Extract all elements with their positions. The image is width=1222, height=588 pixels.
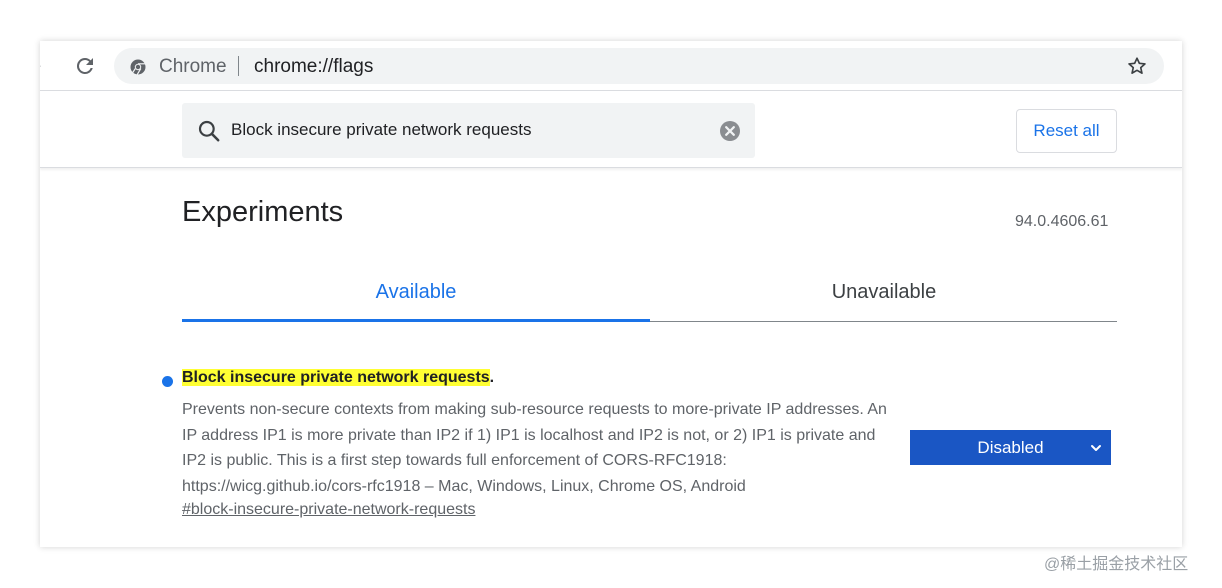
clear-search-icon[interactable] (719, 120, 741, 142)
tab-bar: Available Unavailable (182, 263, 1117, 323)
flag-title-highlight: Block insecure private network requests (182, 369, 490, 386)
reset-all-button[interactable]: Reset all (1016, 109, 1117, 153)
tab-unavailable[interactable]: Unavailable (650, 263, 1118, 321)
chrome-logo-icon (130, 59, 146, 75)
search-icon (196, 118, 222, 144)
chevron-down-icon (1089, 440, 1103, 454)
flag-title-suffix: . (489, 369, 495, 386)
url-text[interactable]: chrome://flags (254, 56, 373, 78)
flag-title: Block insecure private network requests. (182, 369, 494, 387)
flag-state-select[interactable]: Disabled (910, 430, 1111, 465)
watermark: @稀土掘金技术社区 (1044, 556, 1189, 573)
flag-description: Prevents non-secure contexts from making… (182, 401, 887, 495)
site-app-name: Chrome (159, 56, 227, 77)
browser-window: › Chrome chrome://flags (40, 41, 1182, 547)
version-label: 94.0.4606.61 (1015, 213, 1109, 230)
flags-header: Reset all (40, 92, 1182, 168)
address-bar[interactable]: Chrome chrome://flags (114, 48, 1164, 84)
flags-search-box[interactable] (182, 103, 755, 158)
browser-toolbar: › Chrome chrome://flags (40, 41, 1182, 91)
modified-indicator-dot (162, 376, 173, 387)
reload-icon[interactable] (73, 54, 97, 78)
flag-select-value: Disabled (977, 437, 1044, 457)
tab-available[interactable]: Available (182, 263, 650, 321)
search-input[interactable] (231, 120, 701, 140)
flag-permalink[interactable]: #block-insecure-private-network-requests (182, 501, 475, 519)
star-icon[interactable] (1126, 55, 1148, 77)
tab-selected-indicator (182, 319, 650, 322)
page-title: Experiments (182, 196, 344, 228)
forward-arrow-icon[interactable]: › (40, 54, 54, 76)
omnibox-divider (238, 56, 239, 76)
